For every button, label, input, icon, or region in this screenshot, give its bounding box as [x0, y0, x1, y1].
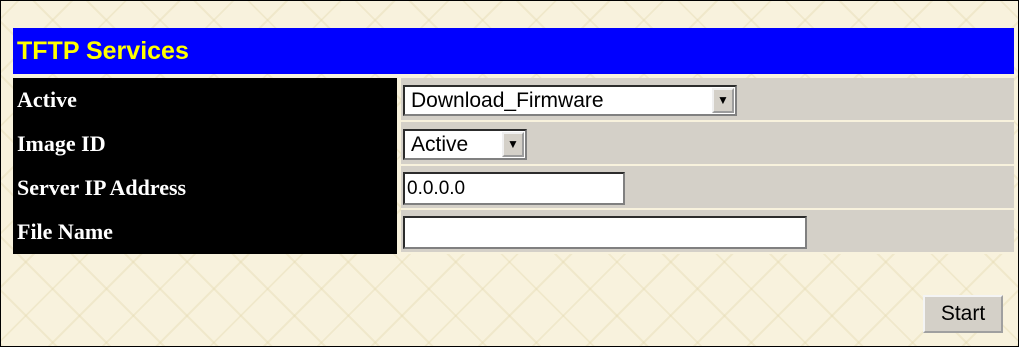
active-select-value: Download_Firmware: [411, 89, 604, 112]
row-file-name: File Name: [13, 210, 1014, 254]
chevron-down-icon[interactable]: ▼: [712, 88, 734, 113]
image-id-select-value: Active: [411, 133, 469, 156]
active-select[interactable]: Download_Firmware ▼: [403, 85, 737, 116]
row-server-ip: Server IP Address 0.0.0.0: [13, 166, 1014, 210]
chevron-down-icon[interactable]: ▼: [502, 132, 524, 157]
image-id-cell: Active ▼: [401, 122, 1014, 166]
file-name-label: File Name: [13, 210, 397, 254]
start-button[interactable]: Start: [923, 295, 1003, 333]
image-id-label: Image ID: [13, 122, 397, 166]
file-name-input[interactable]: [403, 216, 807, 249]
server-ip-input[interactable]: 0.0.0.0: [403, 172, 625, 205]
active-label: Active: [13, 78, 397, 122]
server-ip-cell: 0.0.0.0: [401, 166, 1014, 210]
active-cell: Download_Firmware ▼: [401, 78, 1014, 122]
page-title: TFTP Services: [13, 28, 1014, 74]
server-ip-label: Server IP Address: [13, 166, 397, 210]
page-frame: TFTP Services Active Download_Firmware ▼…: [0, 0, 1019, 347]
file-name-cell: [401, 210, 1014, 254]
row-image-id: Image ID Active ▼: [13, 122, 1014, 166]
row-active: Active Download_Firmware ▼: [13, 78, 1014, 122]
image-id-select[interactable]: Active ▼: [403, 129, 527, 160]
